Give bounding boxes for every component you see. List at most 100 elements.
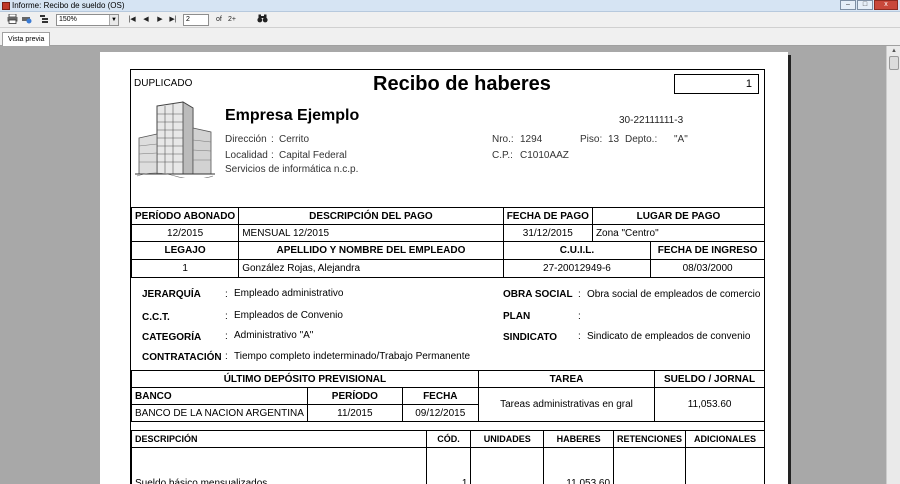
legajo-header: LEGAJO bbox=[130, 241, 240, 260]
jerarquia-colon: : bbox=[225, 289, 228, 300]
jerarquia-label: JERARQUÍA bbox=[142, 289, 201, 300]
receipt-title: Recibo de haberes bbox=[373, 73, 551, 95]
prev-page-icon[interactable]: ◀ bbox=[140, 14, 152, 26]
outline-icon[interactable] bbox=[38, 14, 50, 26]
depto-value: "A" bbox=[674, 134, 688, 145]
company-name: Empresa Ejemplo bbox=[225, 107, 360, 124]
plan-label: PLAN bbox=[503, 311, 531, 322]
title-bar: Informe: Recibo de sueldo (OS) – □ x bbox=[0, 0, 900, 12]
zoom-value: 150% bbox=[59, 16, 77, 23]
cuil-value: 27-20012949-6 bbox=[503, 260, 652, 277]
fecha-value: 09/12/2015 bbox=[401, 404, 479, 422]
col-haberes-header: HABERES bbox=[543, 430, 615, 448]
page-total: 2+ bbox=[228, 16, 236, 23]
company-cuit: 30-22111111-3 bbox=[619, 115, 684, 126]
row-haberes: 11,053.60 bbox=[543, 447, 615, 484]
categoria-colon: : bbox=[225, 331, 228, 342]
obra-social-colon: : bbox=[578, 289, 581, 300]
jerarquia-value: Empleado administrativo bbox=[234, 288, 344, 299]
cuil-ingreso-values: 27-20012949-6 08/03/2000 bbox=[503, 260, 764, 277]
col-unidades-header: UNIDADES bbox=[470, 430, 545, 448]
row-codigo: 1 bbox=[425, 447, 472, 484]
tarea-value: Tareas administrativas en gral bbox=[477, 387, 656, 422]
vertical-scrollbar[interactable]: ▲ bbox=[886, 46, 900, 484]
cp-label: C.P.: bbox=[492, 150, 513, 161]
periodo-abonado-value: 12/2015 bbox=[130, 224, 240, 242]
col-retenciones-header: RETENCIONES bbox=[613, 430, 687, 448]
sindicato-colon: : bbox=[578, 331, 581, 342]
pago-table: PERÍODO ABONADO DESCRIPCIÓN DEL PAGO FEC… bbox=[130, 207, 766, 278]
row-descripcion: Sueldo básico mensualizados bbox=[131, 447, 427, 484]
print-setup-icon[interactable] bbox=[20, 14, 32, 26]
descripcion-pago-value: MENSUAL 12/2015 bbox=[238, 224, 504, 242]
sueldo-header: SUELDO / JORNAL bbox=[654, 370, 765, 388]
fecha-pago-header: FECHA DE PAGO bbox=[502, 207, 593, 225]
banco-header: BANCO bbox=[131, 387, 308, 405]
first-page-icon[interactable]: |◀ bbox=[126, 14, 138, 26]
scroll-up-icon[interactable]: ▲ bbox=[889, 47, 899, 55]
obra-social-label: OBRA SOCIAL bbox=[503, 289, 573, 300]
localidad-label: Localidad bbox=[225, 150, 268, 161]
copy-label: DUPLICADO bbox=[134, 78, 193, 89]
report-window: Informe: Recibo de sueldo (OS) – □ x 150… bbox=[0, 0, 900, 484]
direccion-colon: : bbox=[271, 134, 274, 145]
minimize-button[interactable]: – bbox=[840, 0, 856, 10]
categoria-label: CATEGORÍA bbox=[142, 332, 202, 343]
col-codigo-header: CÓD. bbox=[425, 430, 472, 448]
lugar-pago-value: Zona "Centro" bbox=[591, 224, 766, 242]
window-title: Informe: Recibo de sueldo (OS) bbox=[12, 1, 125, 10]
depto-label: Depto.: bbox=[625, 134, 658, 145]
cuil-ingreso-header-cell: C.U.I.L. FECHA DE INGRESO bbox=[502, 241, 766, 260]
cuil-ingreso-header: C.U.I.L. FECHA DE INGRESO bbox=[503, 242, 764, 259]
row-unidades bbox=[470, 447, 545, 484]
fecha-ingreso-value: 08/03/2000 bbox=[682, 263, 733, 274]
localidad-colon: : bbox=[271, 150, 274, 161]
actividad: Servicios de informática n.c.p. bbox=[225, 164, 359, 175]
direccion-value: Cerrito bbox=[279, 134, 310, 145]
piso-label: Piso: bbox=[580, 134, 603, 145]
fecha-pago-value: 31/12/2015 bbox=[502, 224, 593, 242]
receipt-number: 1 bbox=[674, 74, 759, 94]
periodo-header: PERÍODO bbox=[306, 387, 403, 405]
toolbar: 150% ▼ |◀ ◀ ▶ ▶| 2 of 2+ bbox=[0, 12, 900, 28]
row-retenciones bbox=[613, 447, 687, 484]
maximize-button[interactable]: □ bbox=[857, 0, 873, 10]
lugar-pago-header: LUGAR DE PAGO bbox=[591, 207, 766, 225]
empleado-nombre-value: González Rojas, Alejandra bbox=[238, 259, 504, 278]
sueldo-value: 11,053.60 bbox=[654, 387, 765, 422]
cct-value: Empleados de Convenio bbox=[234, 310, 343, 321]
company-logo-building bbox=[135, 98, 215, 180]
row-adicionales bbox=[685, 447, 765, 484]
next-page-icon[interactable]: ▶ bbox=[154, 14, 166, 26]
report-page: DUPLICADO Recibo de haberes 1 Empresa Ej… bbox=[100, 52, 788, 484]
nro-label: Nro.: bbox=[492, 134, 514, 145]
scroll-thumb[interactable] bbox=[889, 56, 899, 70]
preview-viewport[interactable]: DUPLICADO Recibo de haberes 1 Empresa Ej… bbox=[0, 46, 886, 484]
sindicato-label: SINDICATO bbox=[503, 332, 558, 343]
banco-value: BANCO DE LA NACION ARGENTINA bbox=[131, 404, 308, 422]
last-page-icon[interactable]: ▶| bbox=[167, 14, 179, 26]
printer-icon[interactable] bbox=[6, 13, 18, 26]
zoom-select[interactable]: 150% ▼ bbox=[56, 14, 119, 26]
cuil-header: C.U.I.L. bbox=[503, 242, 652, 259]
close-button[interactable]: x bbox=[874, 0, 898, 10]
nro-value: 1294 bbox=[520, 134, 543, 145]
tab-vista-previa[interactable]: Vista previa bbox=[2, 32, 51, 46]
receipt-form: DUPLICADO Recibo de haberes 1 Empresa Ej… bbox=[130, 69, 766, 484]
contratacion-label: CONTRATACIÓN bbox=[142, 352, 222, 363]
localidad-value: Capital Federal bbox=[279, 150, 347, 161]
descripcion-pago-header: DESCRIPCIÓN DEL PAGO bbox=[238, 207, 504, 225]
binoculars-icon[interactable] bbox=[256, 14, 268, 26]
empleado-nombre-header: APELLIDO Y NOMBRE DEL EMPLEADO bbox=[238, 241, 504, 260]
tab-bar: Vista previa bbox=[0, 29, 900, 46]
cct-label: C.C.T. bbox=[142, 312, 170, 323]
chevron-down-icon: ▼ bbox=[109, 15, 118, 25]
page-input[interactable]: 2 bbox=[183, 14, 209, 26]
page-of-label: of bbox=[216, 16, 222, 23]
sindicato-value: Sindicato de empleados de convenio bbox=[587, 331, 751, 342]
table-row: Sueldo básico mensualizados 1 11,053.60 bbox=[131, 447, 765, 484]
contratacion-value: Tiempo completo indeterminado/Trabajo Pe… bbox=[234, 351, 471, 362]
deposito-table: ÚLTIMO DEPÓSITO PREVISIONAL TAREA SUELDO… bbox=[131, 370, 765, 422]
periodo-abonado-header: PERÍODO ABONADO bbox=[130, 207, 240, 225]
col-descripcion-header: DESCRIPCIÓN bbox=[131, 430, 427, 448]
